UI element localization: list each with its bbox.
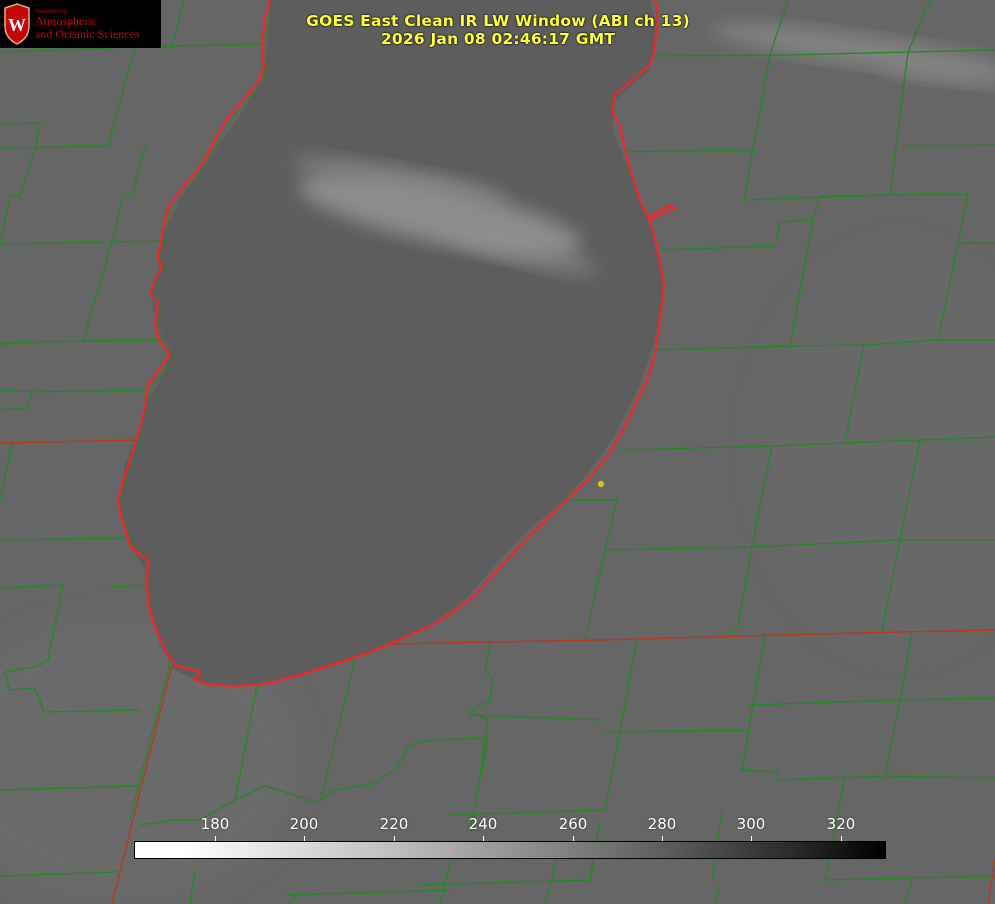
uw-seal-icon: W xyxy=(4,3,30,45)
colorbar-tick-label: 260 xyxy=(558,815,588,833)
colorbar-tick-label: 320 xyxy=(826,815,856,833)
logo-line-oceanic: and Oceanic Sciences xyxy=(35,27,140,41)
map-canvas xyxy=(0,0,995,904)
colorbar-tick-label: 180 xyxy=(200,815,230,833)
colorbar-tick-label: 280 xyxy=(647,815,677,833)
colorbar-tick-label: 220 xyxy=(379,815,409,833)
satellite-image: W Department of Atmospheric and Oceanic … xyxy=(0,0,995,904)
location-marker xyxy=(597,480,605,488)
title-line-timestamp: 2026 Jan 08 02:46:17 GMT xyxy=(380,30,616,48)
svg-text:W: W xyxy=(8,15,26,35)
uw-aos-logo: W Department of Atmospheric and Oceanic … xyxy=(0,0,161,48)
image-title: GOES East Clean IR LW Window (ABI ch 13)… xyxy=(248,12,748,48)
colorbar-tick-label: 200 xyxy=(289,815,319,833)
colorbar xyxy=(134,841,886,859)
colorbar-tick-label: 300 xyxy=(736,815,766,833)
title-line-product: GOES East Clean IR LW Window (ABI ch 13) xyxy=(306,12,690,30)
colorbar-tick-label: 240 xyxy=(468,815,498,833)
